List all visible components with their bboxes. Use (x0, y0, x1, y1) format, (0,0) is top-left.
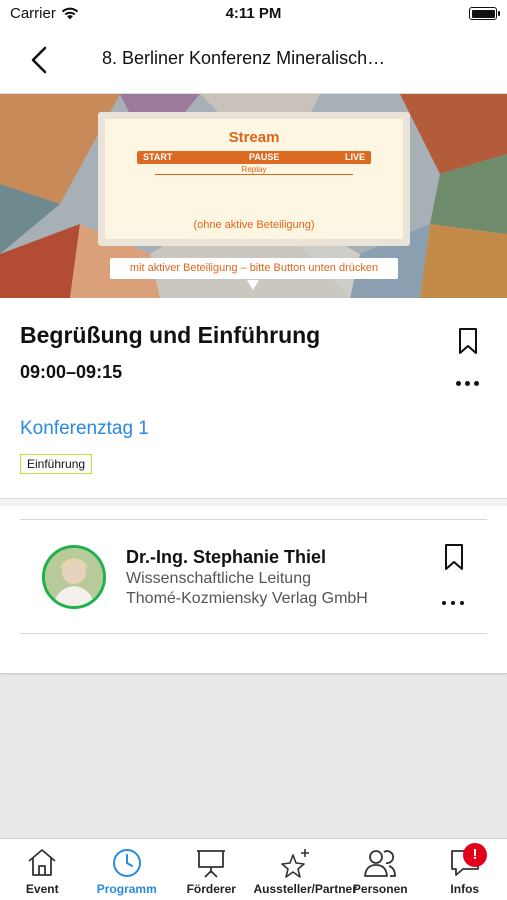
stars-icon (280, 849, 309, 878)
tab-event-label: Event (25, 882, 59, 896)
speaker-organization: Thomé-Kozmiensky Verlag GmbH (126, 590, 368, 607)
tab-infos[interactable]: ! Infos (423, 839, 507, 900)
conference-day-link[interactable]: Konferenztag 1 (20, 418, 149, 440)
card-separator-top (20, 519, 487, 520)
tab-personen-label: Personen (352, 882, 408, 896)
stream-info-card: Stream START PAUSE LIVE Replay (ohne akt… (98, 112, 410, 246)
stream-title: Stream (228, 129, 280, 146)
tab-infos-label: Infos (450, 882, 480, 896)
page-title: 8. Berliner Konferenz Mineralisch… (102, 48, 386, 68)
home-icon (28, 849, 56, 876)
presentation-board-icon (197, 850, 226, 878)
tab-programm-label: Programm (96, 882, 157, 896)
session-title: Begrüßung und Einführung (20, 322, 321, 348)
speaker-bookmark-icon[interactable] (443, 543, 465, 571)
bookmark-icon[interactable] (457, 327, 479, 355)
speaker-card[interactable]: Dr.-Ing. Stephanie Thiel Wissenschaftlic… (0, 506, 507, 674)
tab-bar: Event Programm Förderer Aussteller/Partn… (0, 838, 507, 900)
stream-banner[interactable]: Stream START PAUSE LIVE Replay (ohne akt… (0, 94, 507, 298)
speaker-name: Dr.-Ing. Stephanie Thiel (126, 547, 327, 567)
card-separator-bottom (20, 633, 487, 634)
speaker-photo (45, 548, 103, 606)
status-bar: Carrier 4:11 PM (0, 0, 507, 28)
live-label: LIVE (344, 152, 365, 162)
tab-programm[interactable]: Programm (85, 839, 170, 900)
people-icon (364, 850, 397, 877)
avatar (42, 545, 106, 609)
tab-aussteller-partner[interactable]: Aussteller/Partner (253, 839, 357, 900)
pause-label: PAUSE (249, 152, 280, 162)
tab-event[interactable]: Event (0, 839, 85, 900)
session-time: 09:00–09:15 (20, 362, 123, 382)
tab-personen[interactable]: Personen (338, 839, 423, 900)
back-chevron-icon[interactable] (24, 44, 56, 76)
tab-aussteller-partner-label: Aussteller/Partner (253, 882, 357, 896)
clock-icon (112, 849, 141, 877)
status-time: 4:11 PM (225, 5, 282, 22)
session-details: Begrüßung und Einführung 09:00–09:15 Kon… (0, 298, 507, 498)
speaker-more-options-icon[interactable] (441, 600, 467, 608)
battery-icon (469, 7, 500, 20)
stream-controls-bar: START PAUSE LIVE (137, 151, 371, 164)
tab-foerderer[interactable]: Förderer (169, 839, 254, 900)
section-divider (0, 498, 507, 506)
stream-note: (ohne aktive Beteiligung) (193, 219, 315, 231)
tab-foerderer-label: Förderer (186, 882, 236, 896)
session-tag: Einführung (20, 454, 93, 474)
notification-badge: ! (463, 843, 487, 867)
down-arrow-icon (247, 280, 259, 290)
banner-cta: mit aktiver Beteiligung – bitte Button u… (110, 258, 398, 279)
start-label: START (143, 152, 173, 162)
navigation-bar: 8. Berliner Konferenz Mineralisch… (0, 28, 507, 94)
replay-label: Replay (155, 165, 353, 175)
more-options-icon[interactable] (455, 380, 481, 388)
speaker-role: Wissenschaftliche Leitung (126, 570, 311, 587)
